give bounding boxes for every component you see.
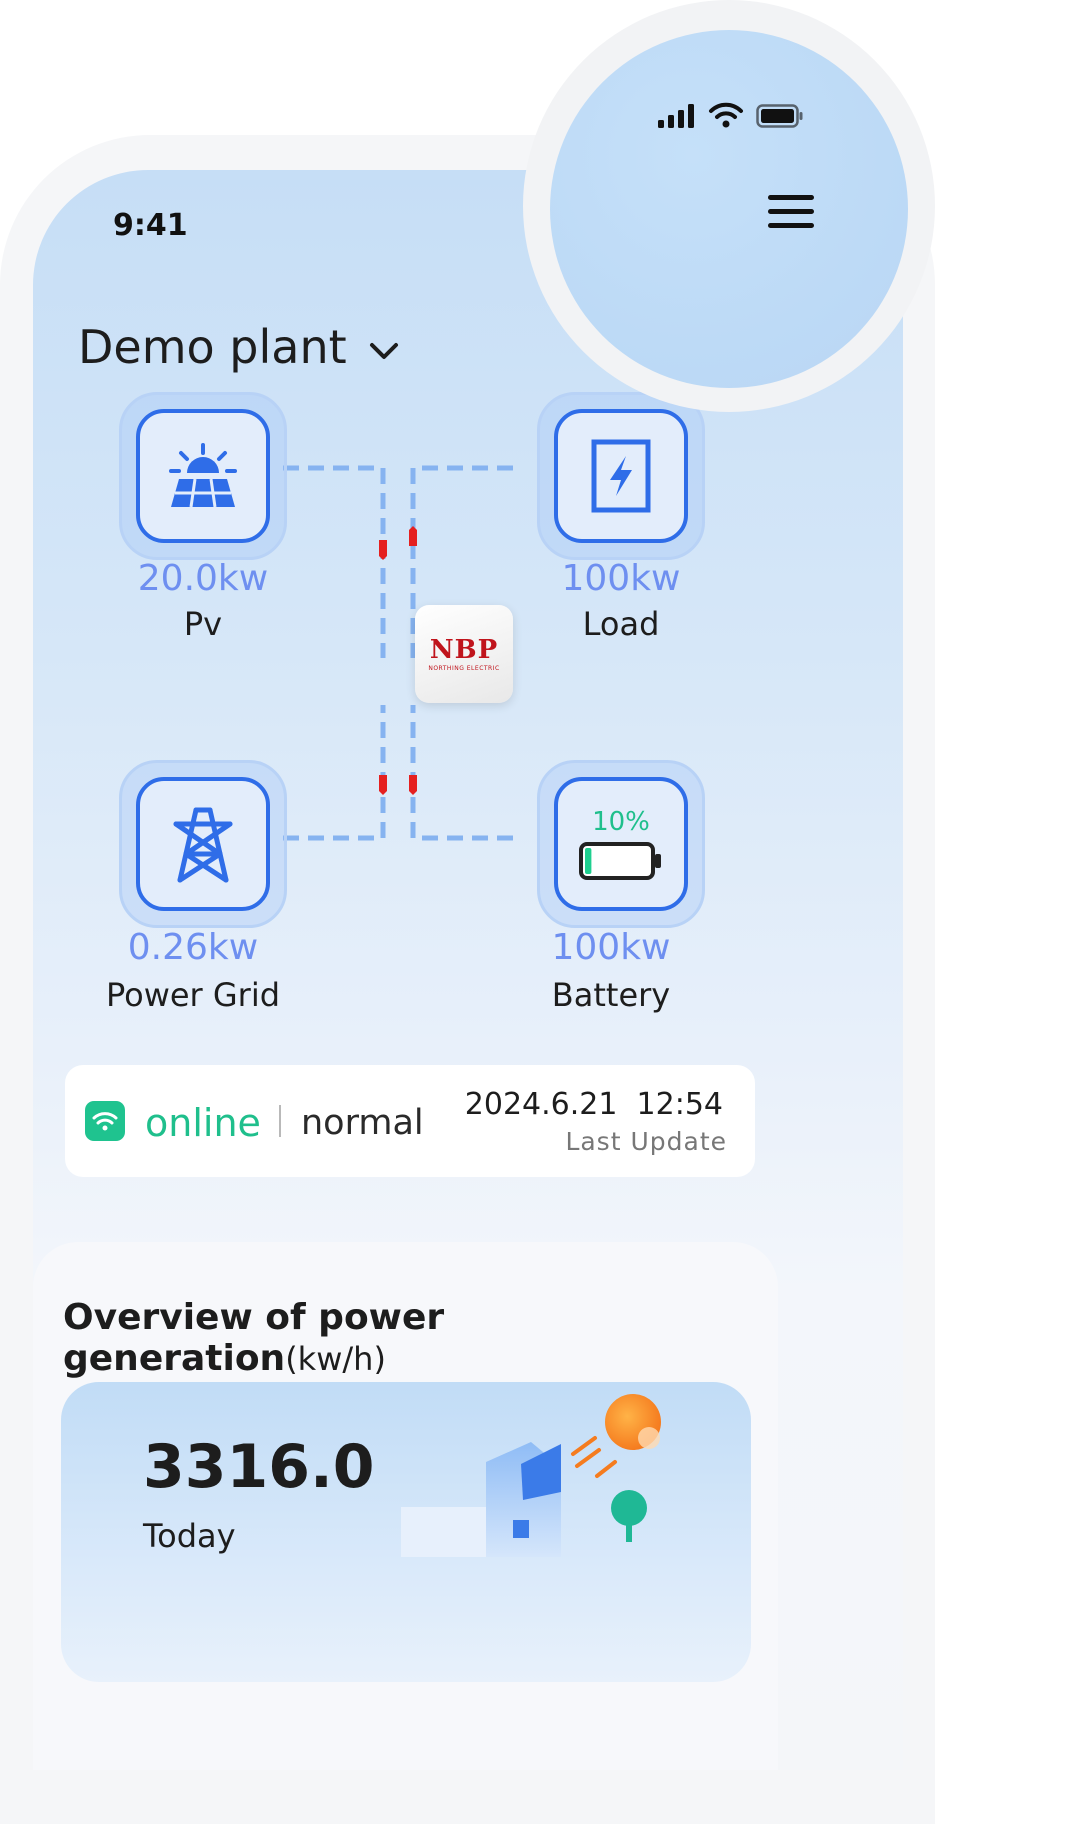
today-label: Today xyxy=(143,1517,236,1555)
battery-icon xyxy=(579,842,661,880)
load-icon-box xyxy=(554,409,688,543)
flow-arrow xyxy=(379,540,387,560)
menu-button[interactable] xyxy=(768,195,814,231)
connection-status: online xyxy=(145,1101,261,1145)
today-generation-value: 3316.0 xyxy=(143,1432,375,1502)
battery-value: 100kw xyxy=(551,927,671,968)
logo-text: NBP xyxy=(429,634,499,665)
lightning-box-icon xyxy=(591,439,651,513)
pv-node[interactable] xyxy=(119,392,287,560)
hamburger-line xyxy=(768,209,814,214)
magnifier-content xyxy=(550,30,908,388)
power-tower-icon xyxy=(173,807,233,883)
flow-arrow xyxy=(379,775,387,795)
divider xyxy=(279,1105,281,1137)
battery-status-icon xyxy=(756,104,803,128)
update-datetime: 2024.6.21 12:54 xyxy=(464,1087,723,1122)
battery-percent: 10% xyxy=(592,807,650,837)
hamburger-icon xyxy=(768,195,814,200)
battery-icon-box: 10% xyxy=(554,777,688,911)
hamburger-line xyxy=(768,223,814,228)
pv-icon-box xyxy=(136,409,270,543)
battery-node[interactable]: 10% xyxy=(537,760,705,928)
flow-arrow xyxy=(409,526,417,546)
status-card: online normal 2024.6.21 12:54 Last Updat… xyxy=(65,1065,755,1177)
flow-arrow xyxy=(409,775,417,795)
wifi-status-icon xyxy=(709,102,743,128)
grid-label: Power Grid xyxy=(105,976,281,1014)
overview-unit: (kw/h) xyxy=(285,1340,386,1378)
load-value: 100kw xyxy=(561,558,681,599)
overview-card: Overview of power generation(kw/h) 3316.… xyxy=(33,1242,778,1770)
load-label: Load xyxy=(582,605,660,643)
grid-value: 0.26kw xyxy=(127,927,259,968)
load-node[interactable] xyxy=(537,392,705,560)
logo-subtext: NORTHING ELECTRIC xyxy=(428,664,500,672)
wifi-icon xyxy=(85,1101,125,1141)
overview-title-text: Overview of power generation xyxy=(63,1297,445,1379)
overview-title: Overview of power generation(kw/h) xyxy=(63,1297,778,1379)
generation-panel[interactable]: 3316.0 Today xyxy=(61,1382,751,1682)
grid-icon-box xyxy=(136,777,270,911)
battery-label: Battery xyxy=(551,976,671,1014)
pv-label: Pv xyxy=(183,605,223,643)
cellular-signal-icon xyxy=(658,104,694,128)
device-state: normal xyxy=(301,1103,424,1143)
grid-node[interactable] xyxy=(119,760,287,928)
app-screen: 9:41 Demo plant 20.0kw Pv 100kw Load NBP… xyxy=(33,170,903,1770)
pv-value: 20.0kw xyxy=(137,558,269,599)
solar-house-illustration xyxy=(401,1394,661,1557)
solar-panel-icon xyxy=(169,443,237,508)
inverter-logo[interactable]: NBP NORTHING ELECTRIC xyxy=(415,605,513,703)
last-update-label: Last Update xyxy=(565,1127,727,1156)
